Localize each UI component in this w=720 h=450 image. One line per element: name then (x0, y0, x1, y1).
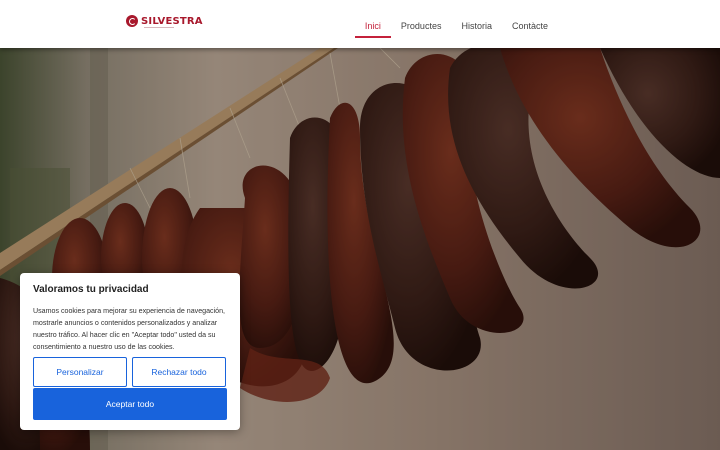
logo-icon (126, 15, 138, 27)
reject-all-button[interactable]: Rechazar todo (132, 357, 226, 387)
cookie-secondary-actions: Personalizar Rechazar todo (33, 357, 227, 387)
nav-item-historia[interactable]: Historia (451, 0, 502, 48)
site-header: SILVESTRA Inici Productes Historia Contà… (0, 0, 720, 48)
cookie-consent-dialog: Valoramos tu privacidad Usamos cookies p… (20, 273, 240, 430)
logo-underline (144, 27, 174, 28)
brand-name: SILVESTRA (141, 15, 203, 27)
main-nav: Inici Productes Historia Contàcte (354, 0, 558, 48)
customize-button[interactable]: Personalizar (33, 357, 127, 387)
accept-all-button[interactable]: Aceptar todo (33, 388, 227, 420)
nav-item-inici[interactable]: Inici (354, 0, 391, 48)
cookie-description: Usamos cookies para mejorar su experienc… (33, 307, 226, 351)
nav-item-contacte[interactable]: Contàcte (502, 0, 558, 48)
brand-logo[interactable]: SILVESTRA (126, 15, 203, 28)
nav-item-productes[interactable]: Productes (391, 0, 452, 48)
cookie-title: Valoramos tu privacidad (33, 284, 149, 295)
